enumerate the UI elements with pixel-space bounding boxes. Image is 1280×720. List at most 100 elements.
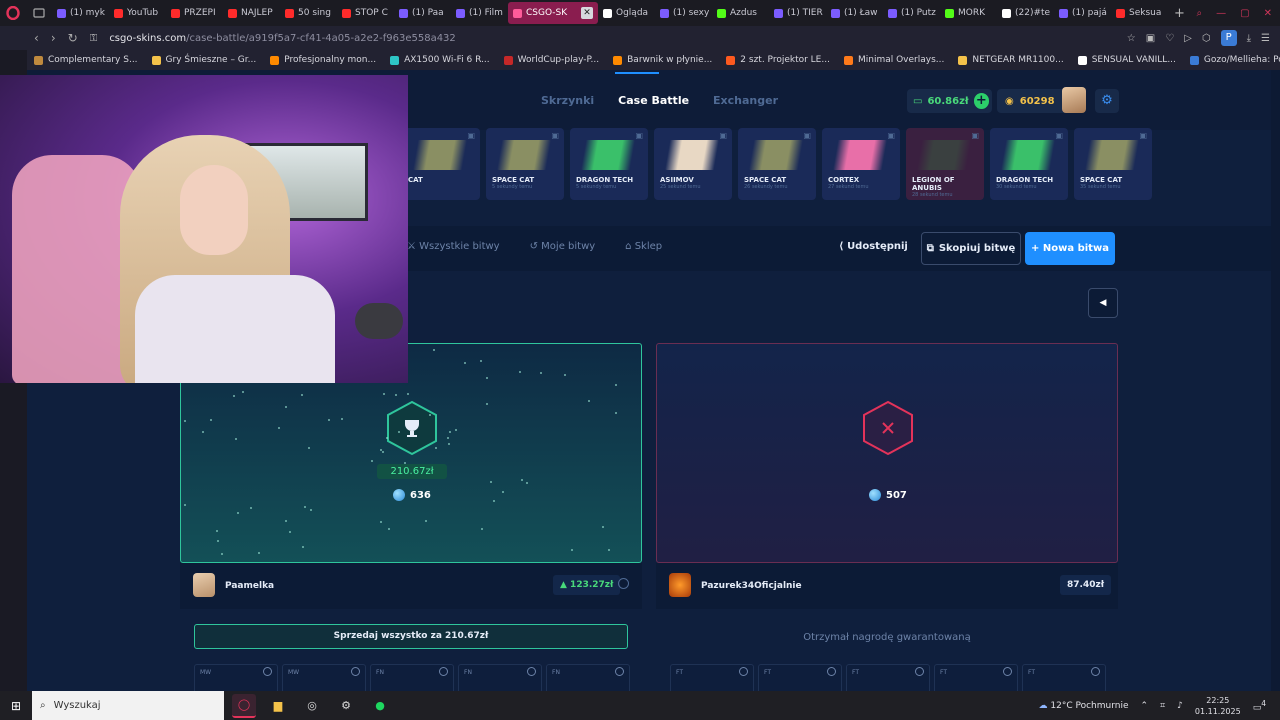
volume-icon[interactable]: ♪ <box>1177 701 1183 711</box>
obs-icon[interactable]: ◎ <box>300 694 324 718</box>
browser-tab[interactable]: (1) sexy <box>655 2 712 24</box>
won-item-card[interactable]: FT <box>934 664 1018 691</box>
close-tab-icon[interactable]: ✕ <box>581 7 593 19</box>
browser-tab[interactable]: (1) TIER <box>769 2 826 24</box>
menu-icon[interactable]: ☰ <box>1261 33 1270 44</box>
browser-tab[interactable]: 50 sing <box>280 2 337 24</box>
bookmark-icon[interactable]: ☆ <box>1127 33 1136 44</box>
bookmark-item[interactable]: Minimal Overlays... <box>843 55 944 65</box>
subnav-item[interactable]: ⌂ Sklep <box>625 241 662 252</box>
bookmark-item[interactable]: AX1500 Wi-Fi 6 R... <box>390 55 490 65</box>
won-item-card[interactable]: FT <box>670 664 754 691</box>
browser-tab[interactable]: (1) Putz <box>883 2 940 24</box>
won-item-card[interactable]: FT <box>758 664 842 691</box>
browser-tab[interactable]: PRZEPI <box>166 2 223 24</box>
browser-tab[interactable]: MORK <box>940 2 997 24</box>
weather-widget[interactable]: ☁ 12°C Pochmurnie <box>1039 701 1129 711</box>
won-item-card[interactable]: FN <box>546 664 630 691</box>
nav-item[interactable]: Exchanger <box>713 94 778 107</box>
play-icon[interactable]: ▷ <box>1184 33 1192 44</box>
user-avatar[interactable] <box>1062 87 1086 113</box>
winner-avatar[interactable] <box>193 573 215 597</box>
browser-tab[interactable]: (1) Paa <box>394 2 451 24</box>
bookmark-item[interactable]: Complementary S... <box>34 55 138 65</box>
won-item-card[interactable]: MW <box>282 664 366 691</box>
subnav-item[interactable]: ⚔ Wszystkie bitwy <box>407 241 500 252</box>
opera-logo-icon[interactable] <box>0 0 26 26</box>
clock[interactable]: 22:25 01.11.2025 <box>1195 695 1241 717</box>
forward-arrow-icon[interactable]: › <box>51 31 56 45</box>
bookmark-item[interactable]: WorldCup-play-P... <box>503 55 599 65</box>
workspaces-icon[interactable] <box>26 0 52 26</box>
search-icon[interactable]: ⌕ <box>1197 8 1203 19</box>
snapshot-icon[interactable]: ▣ <box>1146 33 1155 44</box>
wallet-balance[interactable]: ▭ 60.86zł + <box>907 89 992 113</box>
browser-tab-active[interactable]: CSGO-SK ✕ <box>508 2 598 24</box>
download-icon[interactable]: ⤓ <box>1247 33 1251 44</box>
settings-taskbar-icon[interactable]: ⚙ <box>334 694 358 718</box>
won-item-card[interactable]: MW <box>194 664 278 691</box>
won-item-card[interactable]: FN <box>370 664 454 691</box>
share-button[interactable]: ⟨ Udostępnij <box>839 241 908 252</box>
subnav-item[interactable]: ↺ Moje bitwy <box>530 241 596 252</box>
tray-chevron-icon[interactable]: ⌃ <box>1141 701 1149 711</box>
spotify-icon[interactable]: ● <box>368 694 392 718</box>
browser-tab[interactable]: NAJLEP <box>223 2 280 24</box>
won-item-card[interactable]: FN <box>458 664 542 691</box>
live-drop-card[interactable]: ▣ CAT <box>402 128 480 200</box>
new-tab-button[interactable]: + <box>1168 6 1191 21</box>
reload-icon[interactable]: ↻ <box>68 31 78 45</box>
close-window-icon[interactable]: ✕ <box>1264 8 1272 19</box>
won-item-card[interactable]: FT <box>846 664 930 691</box>
site-info-icon[interactable]: ⚿ <box>90 33 98 44</box>
live-drop-card[interactable]: ▣ CORTEX 27 sekund temu <box>822 128 900 200</box>
opera-taskbar-icon[interactable]: ◯ <box>232 693 256 718</box>
bookmark-item[interactable]: 2 szt. Projektor LE... <box>726 55 830 65</box>
minimize-icon[interactable]: — <box>1216 8 1226 19</box>
nav-item[interactable]: Case Battle <box>618 94 689 107</box>
bookmark-item[interactable]: Gozo/Mellieha: Pó... <box>1189 55 1280 65</box>
browser-tab[interactable]: (1) Ław <box>826 2 883 24</box>
bookmark-item[interactable]: SENSUAL VANILL... <box>1077 55 1176 65</box>
bookmark-item[interactable]: Gry Śmieszne – Gr... <box>151 55 256 65</box>
browser-tab[interactable]: (1) Film <box>451 2 508 24</box>
bookmark-item[interactable]: Profesjonalny mon... <box>270 55 376 65</box>
copy-battle-button[interactable]: ⧉ Skopiuj bitwę <box>921 232 1021 265</box>
url-field[interactable]: csgo-skins.com/case-battle/a919f5a7-cf41… <box>109 33 455 44</box>
nav-item[interactable]: Skrzynki <box>541 94 594 107</box>
browser-tab[interactable]: Seksua <box>1111 2 1168 24</box>
live-drop-card[interactable]: ▣ LEGION OF ANUBIS 28 sekund temu <box>906 128 984 200</box>
browser-tab[interactable]: (1) pajá <box>1054 2 1111 24</box>
bookmark-item[interactable]: NETGEAR MR1100... <box>958 55 1064 65</box>
settings-gear-icon[interactable]: ⚙ <box>1095 89 1119 113</box>
sell-all-button[interactable]: Sprzedaj wszystko za 210.67zł <box>194 624 628 649</box>
bookmark-item[interactable]: Barwnik w płynie... <box>613 55 712 65</box>
browser-tab[interactable]: STOP C <box>337 2 394 24</box>
browser-tab[interactable]: Ogląda <box>598 2 655 24</box>
live-drop-card[interactable]: ▣ DRAGON TECH 5 sekundy temu <box>570 128 648 200</box>
browser-tab[interactable]: Azdus <box>712 2 769 24</box>
loser-name[interactable]: Pazurek34Oficjalnie <box>701 581 802 591</box>
windows-start-icon[interactable]: ⊞ <box>0 699 32 713</box>
file-explorer-icon[interactable]: ▆ <box>266 694 290 718</box>
network-icon[interactable]: ⌗ <box>1160 701 1165 711</box>
browser-tab[interactable]: YouTub <box>109 2 166 24</box>
browser-tab[interactable]: (1) myk <box>52 2 109 24</box>
extension-icon[interactable]: ⬡ <box>1202 33 1211 44</box>
profile-icon[interactable]: P <box>1220 30 1237 46</box>
deposit-plus-icon[interactable]: + <box>973 93 989 109</box>
heart-icon[interactable]: ♡ <box>1165 33 1174 44</box>
loser-avatar[interactable] <box>669 573 691 597</box>
won-item-card[interactable]: FT <box>1022 664 1106 691</box>
taskbar-search[interactable]: ⌕ Wyszukaj <box>32 691 224 720</box>
winner-name[interactable]: Paamelka <box>225 581 274 591</box>
browser-tab[interactable]: (22)#te <box>997 2 1054 24</box>
live-drop-card[interactable]: ▣ SPACE CAT 35 sekund temu <box>1074 128 1152 200</box>
live-drop-card[interactable]: ▣ SPACE CAT 26 sekundy temu <box>738 128 816 200</box>
info-icon[interactable] <box>618 578 629 589</box>
live-drop-card[interactable]: ▣ SPACE CAT 5 sekundy temu <box>486 128 564 200</box>
live-drop-card[interactable]: ▣ DRAGON TECH 30 sekund temu <box>990 128 1068 200</box>
new-battle-button[interactable]: + Nowa bitwa <box>1025 232 1115 265</box>
maximize-icon[interactable]: ▢ <box>1240 8 1249 19</box>
notifications-icon[interactable]: ▭4 <box>1253 699 1266 713</box>
